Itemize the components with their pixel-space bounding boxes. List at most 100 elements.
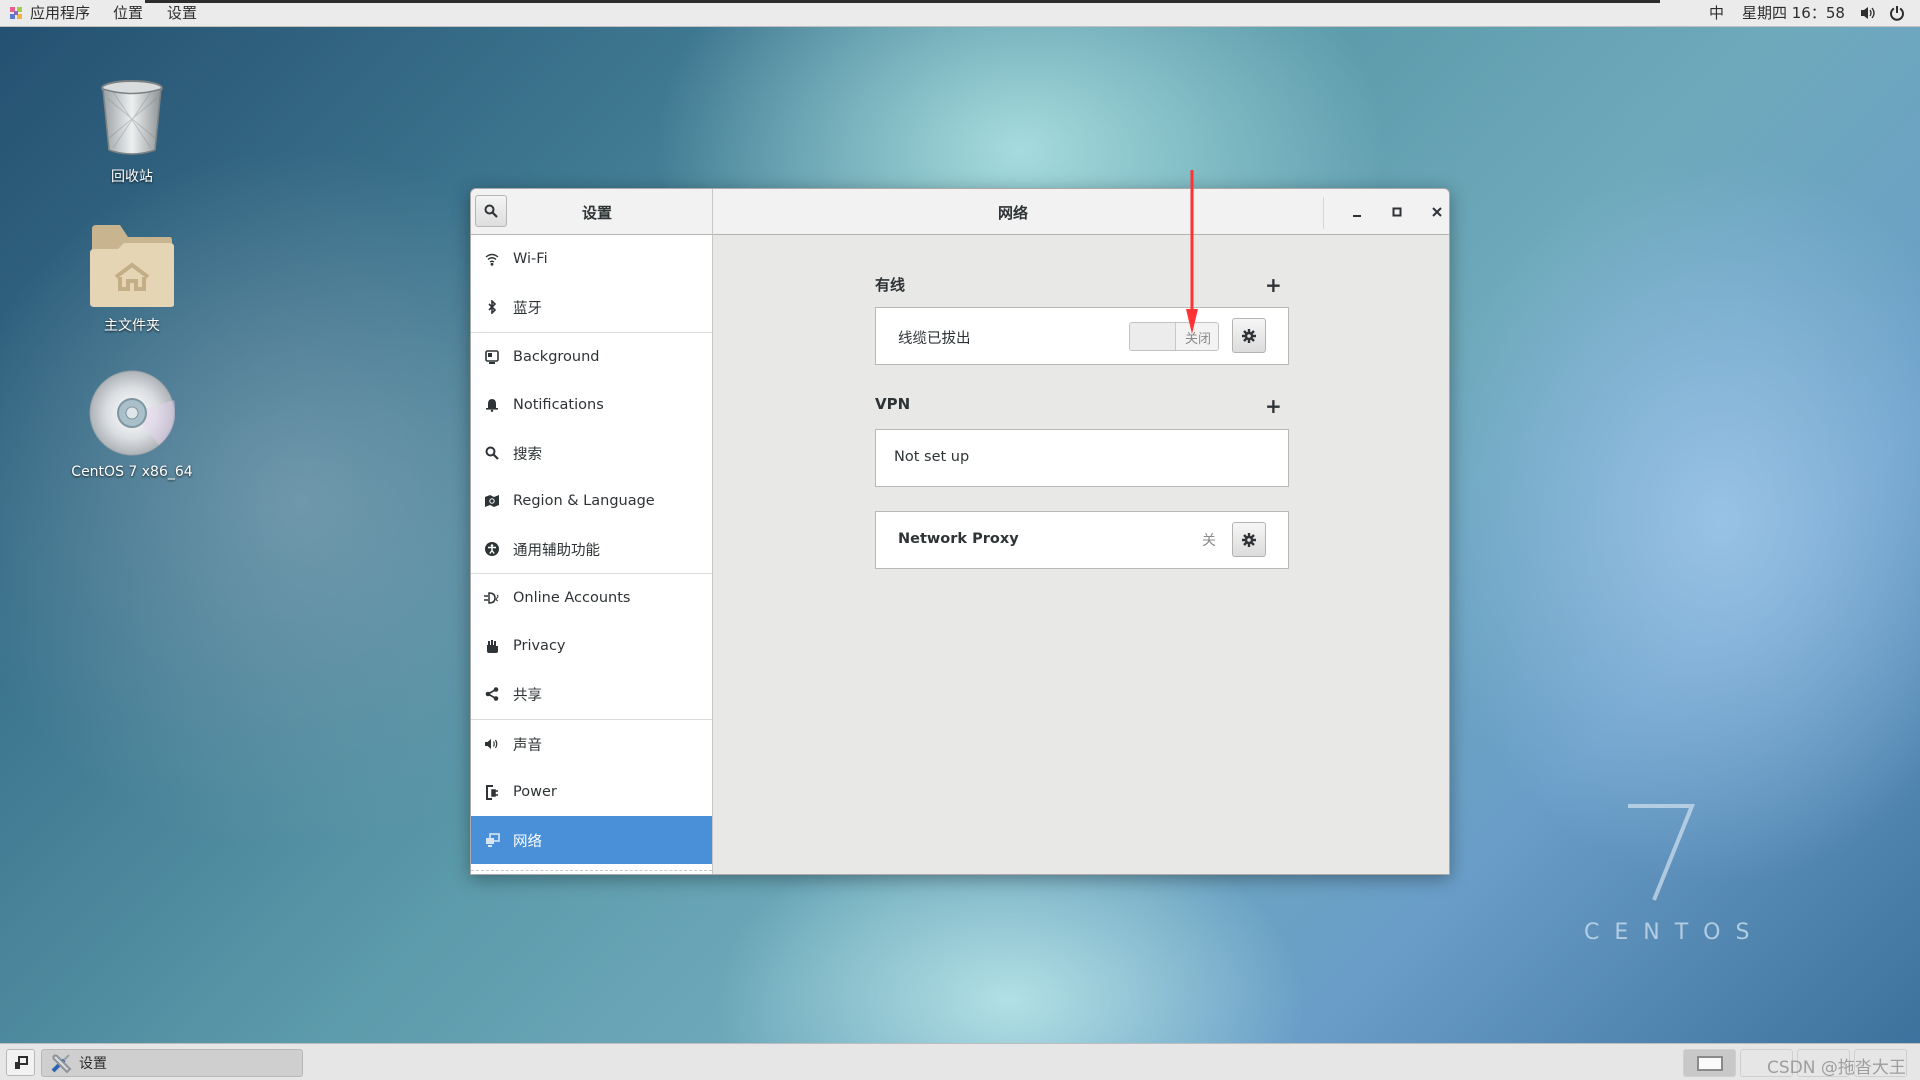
hand-icon xyxy=(484,638,500,654)
centos-logo-7 xyxy=(1628,804,1695,901)
sidebar-item-region-language[interactable]: Region & Language xyxy=(471,477,712,525)
region-icon xyxy=(484,493,500,509)
sidebar-title: 设置 xyxy=(581,204,612,222)
sidebar-scroll-edge xyxy=(471,870,712,871)
background-icon xyxy=(484,349,500,365)
sidebar-item-power[interactable]: Power xyxy=(471,768,712,816)
annotation-arrow xyxy=(1186,169,1198,334)
online-accounts-icon xyxy=(484,590,500,606)
watermark: CSDN @拖沓大王 xyxy=(1767,1058,1906,1078)
sidebar-item-label: Wi-Fi xyxy=(513,251,548,267)
sidebar-item-bluetooth[interactable]: 蓝牙 xyxy=(471,283,712,331)
search-icon xyxy=(484,445,500,461)
sidebar-item-label: 通用辅助功能 xyxy=(513,542,600,559)
settings-app-menu[interactable]: 设置 xyxy=(167,4,197,23)
sidebar-item-privacy[interactable]: Privacy xyxy=(471,622,712,670)
home-folder-icon xyxy=(90,225,174,307)
title-bar[interactable]: 设置 网络 xyxy=(471,189,1449,235)
sidebar-item-background[interactable]: Background xyxy=(471,333,712,381)
wifi-icon xyxy=(484,251,500,267)
bell-icon xyxy=(484,397,500,413)
proxy-settings-button[interactable] xyxy=(1232,522,1266,557)
proxy-state: 关 xyxy=(1202,533,1216,549)
sidebar-item-search[interactable]: 搜索 xyxy=(471,429,712,477)
window-list-icon xyxy=(14,1055,28,1069)
network-proxy-row[interactable]: Network Proxy 关 xyxy=(875,511,1289,569)
sidebar: Wi-Fi 蓝牙 Background Notifications 搜索 Reg… xyxy=(471,235,713,874)
sidebar-item-label: 搜索 xyxy=(513,446,542,463)
close-icon xyxy=(1432,207,1442,217)
bottom-panel: 设置 CSDN @拖沓大王 xyxy=(0,1043,1920,1080)
places-menu[interactable]: 位置 xyxy=(113,4,143,23)
workspace-thumbnail xyxy=(1697,1056,1723,1071)
sidebar-item-label: Notifications xyxy=(513,397,604,413)
sidebar-item-label: Power xyxy=(513,784,557,800)
maximize-button[interactable] xyxy=(1384,199,1410,225)
taskbar-task-label: 设置 xyxy=(79,1056,107,1072)
desktop-icon-disc[interactable]: CentOS 7 x86_64 xyxy=(67,370,197,480)
applications-menu[interactable]: 应用程序 xyxy=(30,4,90,23)
input-method-indicator[interactable]: 中 xyxy=(1709,4,1724,23)
speaker-icon[interactable] xyxy=(1860,6,1876,20)
add-vpn-button[interactable]: + xyxy=(1265,396,1282,416)
wired-settings-button[interactable] xyxy=(1232,318,1266,353)
maximize-icon xyxy=(1392,207,1402,217)
sidebar-item-notifications[interactable]: Notifications xyxy=(471,381,712,429)
wired-status: 线缆已拔出 xyxy=(898,331,971,347)
desktop-icon-trash[interactable]: 回收站 xyxy=(67,78,197,186)
minimize-icon xyxy=(1353,215,1361,217)
add-wired-button[interactable]: + xyxy=(1265,275,1282,295)
sidebar-item-label: 蓝牙 xyxy=(513,300,542,317)
sidebar-item-network[interactable]: 网络 xyxy=(471,816,712,864)
vpn-section-label: VPN xyxy=(875,395,911,413)
vpn-row: Not set up xyxy=(875,429,1289,487)
accessibility-icon xyxy=(484,541,500,557)
sidebar-item-sharing[interactable]: 共享 xyxy=(471,670,712,718)
sidebar-item-accessibility[interactable]: 通用辅助功能 xyxy=(471,525,712,573)
sidebar-item-label: Background xyxy=(513,349,600,365)
titlebar-separator xyxy=(1323,197,1324,229)
desktop-icon-home[interactable]: 主文件夹 xyxy=(67,225,197,335)
disc-icon xyxy=(89,370,176,456)
show-desktop-button[interactable] xyxy=(6,1049,35,1076)
share-icon xyxy=(484,686,500,702)
sidebar-item-label: Region & Language xyxy=(513,493,655,509)
close-button[interactable] xyxy=(1424,199,1449,225)
clock[interactable]: 星期四 16：58 xyxy=(1742,4,1845,23)
sidebar-item-sound[interactable]: 声音 xyxy=(471,720,712,768)
network-proxy-label: Network Proxy xyxy=(898,531,1019,547)
gnome-foot-icon xyxy=(10,7,22,19)
centos-logo-word: CENTOS xyxy=(1584,920,1765,945)
vpn-status: Not set up xyxy=(894,449,970,465)
tools-icon xyxy=(51,1054,72,1074)
gear-icon xyxy=(1242,328,1256,343)
sidebar-item-label: 共享 xyxy=(513,687,542,704)
taskbar-settings-button[interactable]: 设置 xyxy=(41,1049,303,1077)
page-title: 网络 xyxy=(997,204,1028,222)
settings-window: 设置 网络 Wi-Fi 蓝牙 Background Notifications … xyxy=(470,188,1450,875)
gear-icon xyxy=(1242,532,1256,547)
wired-section-label: 有线 xyxy=(875,276,906,294)
desktop-icon-label: 回收站 xyxy=(111,169,153,185)
power-icon[interactable] xyxy=(1889,5,1905,21)
panel-strip xyxy=(145,0,1660,3)
toggle-slider xyxy=(1130,323,1176,350)
top-panel: 应用程序 位置 设置 中 星期四 16：58 xyxy=(0,0,1920,27)
sidebar-header: 设置 xyxy=(471,189,713,235)
sidebar-item-label: Online Accounts xyxy=(513,590,631,606)
workspace-1[interactable] xyxy=(1683,1049,1736,1077)
sidebar-item-online-accounts[interactable]: Online Accounts xyxy=(471,574,712,622)
desktop-icon-label: CentOS 7 x86_64 xyxy=(71,464,193,480)
wired-connection-row: 线缆已拔出 关闭 xyxy=(875,307,1289,365)
minimize-button[interactable] xyxy=(1344,199,1370,225)
desktop-icon-label: 主文件夹 xyxy=(104,318,160,334)
sidebar-item-wifi[interactable]: Wi-Fi xyxy=(471,235,712,283)
speaker-icon xyxy=(484,736,500,752)
wired-toggle-switch[interactable]: 关闭 xyxy=(1129,322,1219,351)
network-icon xyxy=(484,832,500,848)
sidebar-item-label: Privacy xyxy=(513,638,566,654)
trash-icon xyxy=(101,80,163,155)
sidebar-item-label: 声音 xyxy=(513,737,542,754)
power-plug-icon xyxy=(484,784,500,800)
bluetooth-icon xyxy=(484,299,500,315)
